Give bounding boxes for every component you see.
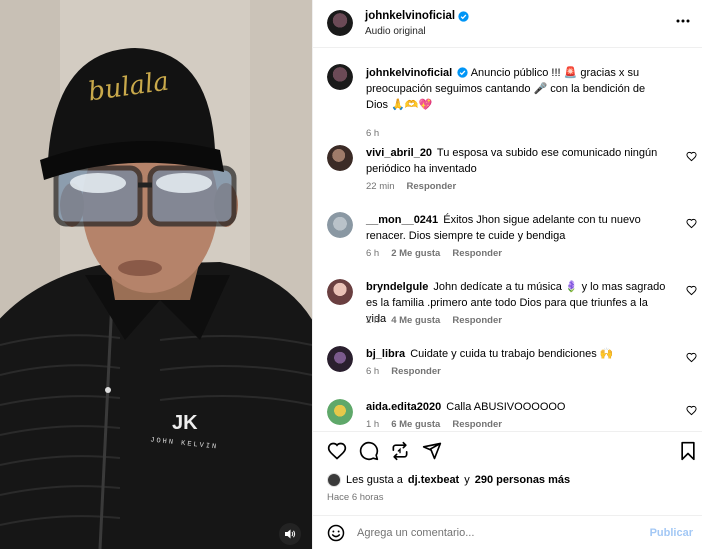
speaker-icon (285, 529, 296, 539)
caption-text-block: johnkelvinoficial Anuncio público !!! 🚨 … (366, 65, 669, 113)
reply-button[interactable]: Responder (452, 419, 502, 430)
verified-badge-icon (457, 67, 468, 78)
comment-likes-count[interactable]: 6 Me gusta (391, 419, 440, 430)
comment-time[interactable]: 6 h (366, 366, 379, 377)
mute-button[interactable] (279, 523, 301, 545)
comment-like-heart-icon[interactable] (686, 285, 697, 296)
comment-meta: 6 h Responder (366, 366, 441, 377)
comment-username[interactable]: bryndelgule (366, 281, 428, 293)
comment-time[interactable]: 22 min (366, 181, 395, 192)
more-options-button[interactable] (675, 13, 691, 32)
comment-meta: 1 h 6 Me gusta Responder (366, 419, 502, 430)
comment-text: Cuidate y cuida tu trabajo bendiciones 🙌 (410, 348, 614, 360)
comment-icon[interactable] (359, 441, 379, 461)
reply-button[interactable]: Responder (391, 366, 441, 377)
publish-button[interactable]: Publicar (650, 527, 693, 539)
comment-username[interactable]: bj_libra (366, 348, 405, 360)
comment-likes-count[interactable]: 2 Me gusta (391, 248, 440, 259)
audio-link[interactable]: Audio original (365, 26, 426, 37)
comment-item: aida.edita2020 Calla ABUSIVOOOOOO 1 h 6 … (313, 399, 702, 430)
heart-icon[interactable] (327, 441, 347, 461)
comment-item: vivi_abril_20 Tu esposa va subido ese co… (313, 145, 702, 195)
reply-button[interactable]: Responder (407, 181, 457, 192)
post-actions-bar (313, 431, 702, 467)
post-header: johnkelvinoficial Audio original (313, 0, 702, 48)
comment-time[interactable]: 6 h (366, 248, 379, 259)
comment-item: __mon__0241 Éxitos Jhon sigue adelante c… (313, 212, 702, 262)
avatar[interactable] (327, 473, 341, 487)
comment-username[interactable]: __mon__0241 (366, 214, 438, 226)
verified-badge-icon (458, 10, 469, 22)
likes-summary: Les gusta a dj.texbeat y 290 personas má… (327, 473, 570, 487)
instagram-post-modal: bulala JK JOHN KELVIN johnkelvinoficial (0, 0, 702, 549)
likes-prefix: Les gusta a (346, 474, 403, 486)
reply-button[interactable]: Responder (452, 248, 502, 259)
comment-like-heart-icon[interactable] (686, 151, 697, 162)
jacket-logo: JK (172, 412, 198, 434)
caption-time[interactable]: 6 h (366, 128, 379, 139)
comments-list[interactable]: johnkelvinoficial Anuncio público !!! 🚨 … (313, 49, 702, 430)
author-username[interactable]: johnkelvinoficial (365, 10, 469, 22)
comment-likes-count[interactable]: 4 Me gusta (391, 315, 440, 326)
bookmark-icon[interactable] (679, 441, 697, 461)
comment-item: bryndelgule John dedícate a tu música 🪻 … (313, 279, 702, 329)
comment-meta: 2 h 4 Me gusta Responder (366, 315, 502, 326)
video-player[interactable]: bulala JK JOHN KELVIN (0, 0, 312, 549)
likes-middle: y (464, 474, 470, 486)
comment-input[interactable] (357, 522, 647, 544)
comment-like-heart-icon[interactable] (686, 352, 697, 363)
comment-like-heart-icon[interactable] (686, 218, 697, 229)
likes-user-link[interactable]: dj.texbeat (408, 474, 459, 486)
comment-composer: Publicar (313, 515, 702, 549)
avatar[interactable] (327, 212, 353, 238)
comment-text-block: aida.edita2020 Calla ABUSIVOOOOOO (366, 399, 669, 415)
caption-username[interactable]: johnkelvinoficial (366, 67, 452, 79)
avatar[interactable] (327, 64, 353, 90)
post-timestamp[interactable]: Hace 6 horas (327, 492, 384, 503)
avatar[interactable] (327, 279, 353, 305)
comment-text-block: __mon__0241 Éxitos Jhon sigue adelante c… (366, 212, 669, 244)
comment-like-heart-icon[interactable] (686, 405, 697, 416)
more-horizontal-icon (676, 19, 690, 23)
avatar[interactable] (327, 145, 353, 171)
comment-text-block: bj_libra Cuidate y cuida tu trabajo bend… (366, 346, 669, 362)
repost-icon[interactable] (390, 441, 410, 461)
comment-username[interactable]: vivi_abril_20 (366, 147, 432, 159)
comment-time[interactable]: 2 h (366, 315, 379, 326)
reply-button[interactable]: Responder (452, 315, 502, 326)
post-side-panel: johnkelvinoficial Audio original johnkel… (312, 0, 702, 549)
comment-username[interactable]: aida.edita2020 (366, 401, 441, 413)
comment-meta: 22 min Responder (366, 181, 456, 192)
avatar[interactable] (327, 399, 353, 425)
share-icon[interactable] (422, 441, 442, 461)
caption-meta: 6 h (366, 128, 379, 139)
likes-others-link[interactable]: 290 personas más (475, 474, 570, 486)
emoji-icon[interactable] (327, 524, 345, 542)
avatar[interactable] (327, 346, 353, 372)
comment-text: Calla ABUSIVOOOOOO (446, 401, 566, 413)
comment-time[interactable]: 1 h (366, 419, 379, 430)
avatar[interactable] (327, 10, 353, 36)
comment-meta: 6 h 2 Me gusta Responder (366, 248, 502, 259)
post-caption: johnkelvinoficial Anuncio público !!! 🚨 … (313, 64, 702, 139)
author-username-text: johnkelvinoficial (365, 10, 456, 22)
comment-item: bj_libra Cuidate y cuida tu trabajo bend… (313, 346, 702, 386)
comment-text-block: vivi_abril_20 Tu esposa va subido ese co… (366, 145, 669, 177)
